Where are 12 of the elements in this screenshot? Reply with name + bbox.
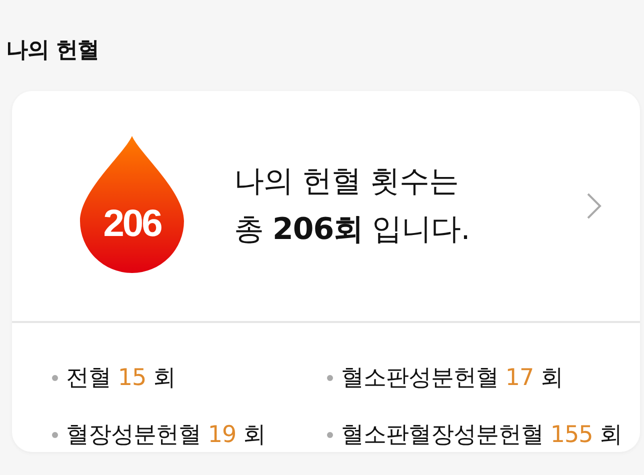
page-title: 나의 헌혈 [6, 37, 100, 65]
bullet-icon [52, 375, 58, 382]
bullet-icon [327, 375, 333, 382]
bullet-icon [52, 432, 58, 438]
donation-count-text: 혈소판혈장성분헌혈 155 회 [341, 420, 622, 450]
bullet-icon [327, 432, 333, 438]
chevron-right-icon[interactable] [586, 192, 602, 220]
donation-count-text: 전혈 15 회 [66, 364, 176, 393]
summary-text: 나의 헌혈 횟수는 총 206회 입니다. [234, 163, 470, 249]
count-badge-text: 206 [103, 202, 161, 244]
donation-count-text: 혈소판성분헌혈 17 회 [341, 364, 563, 393]
donation-count-text: 혈장성분헌혈 19 회 [66, 420, 266, 450]
